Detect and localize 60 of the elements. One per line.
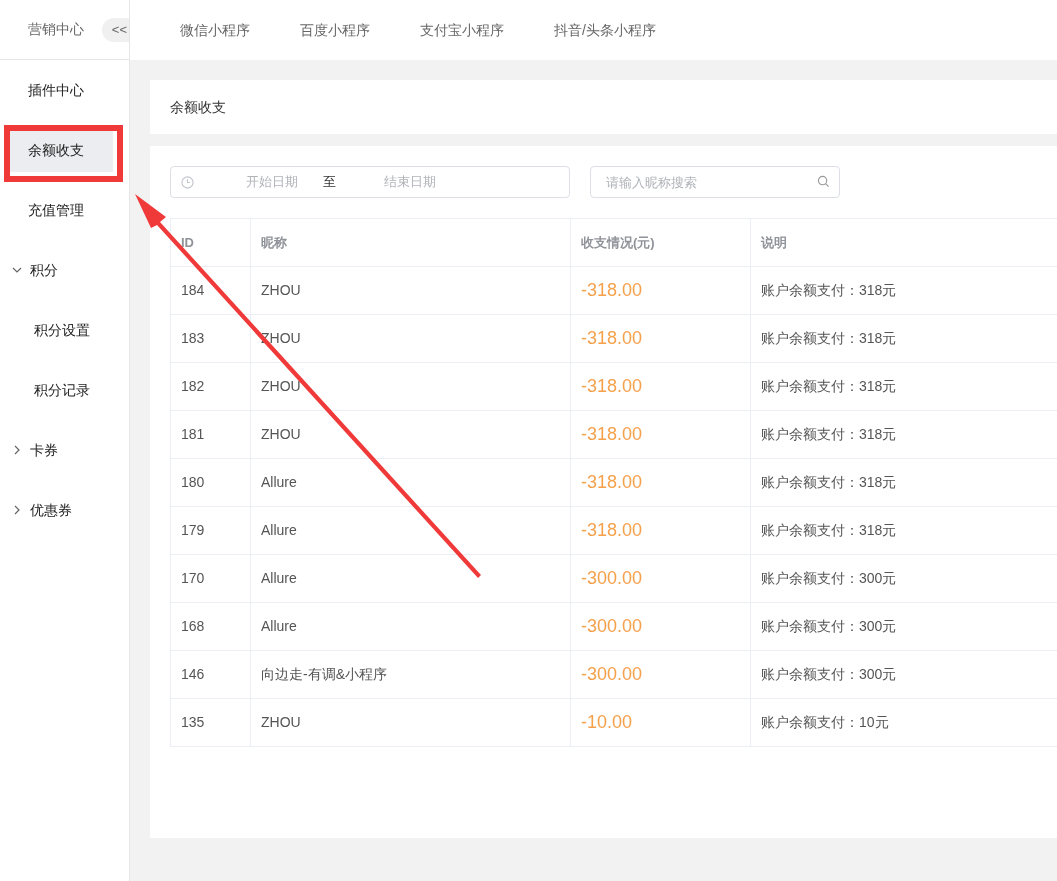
- table-cell: 账户余额支付：318元: [751, 459, 1057, 506]
- top-tab[interactable]: 抖音/头条小程序: [554, 19, 656, 41]
- amount-cell: -318.00: [571, 507, 751, 554]
- page-title: 余额收支: [170, 97, 226, 117]
- collapse-button[interactable]: <<: [101, 17, 129, 42]
- top-tab[interactable]: 支付宝小程序: [420, 19, 504, 41]
- table-cell: 账户余额支付：10元: [751, 699, 1057, 746]
- sidebar-item[interactable]: 积分记录: [0, 368, 90, 412]
- sidebar-item[interactable]: 优惠券: [0, 488, 72, 532]
- table-cell: 170: [171, 555, 251, 602]
- end-date-placeholder: 结束日期: [384, 173, 436, 192]
- amount-cell: -300.00: [571, 603, 751, 650]
- amount-cell: -300.00: [571, 651, 751, 698]
- table-cell: 账户余额支付：318元: [751, 411, 1057, 458]
- sidebar-item[interactable]: 充值管理: [0, 188, 84, 232]
- amount-cell: -318.00: [571, 267, 751, 314]
- table-cell: 账户余额支付：318元: [751, 267, 1057, 314]
- sidebar-item[interactable]: 积分: [0, 248, 58, 292]
- table-cell: 179: [171, 507, 251, 554]
- table-cell: 账户余额支付：318元: [751, 507, 1057, 554]
- sidebar-title: 营销中心: [28, 20, 84, 39]
- table-cell: 146: [171, 651, 251, 698]
- amount-cell: -10.00: [571, 699, 751, 746]
- table-cell: 账户余额支付：318元: [751, 363, 1057, 410]
- chevron-down-icon: [12, 265, 22, 275]
- top-tab[interactable]: 百度小程序: [300, 19, 370, 41]
- clock-icon: [181, 175, 194, 189]
- table-cell: 账户余额支付：300元: [751, 651, 1057, 698]
- table-cell: Allure: [251, 603, 571, 650]
- chevron-right-icon: [12, 505, 22, 515]
- table-cell: 向边走-有调&小程序: [251, 651, 571, 698]
- table-cell: 账户余额支付：300元: [751, 603, 1057, 650]
- table-cell: 182: [171, 363, 251, 410]
- table-cell: 180: [171, 459, 251, 506]
- top-tab[interactable]: 微信小程序: [180, 19, 250, 41]
- search-icon: [817, 175, 830, 188]
- start-date-placeholder: 开始日期: [246, 173, 298, 192]
- search-field[interactable]: 请输入昵称搜索: [590, 166, 840, 198]
- chevron-right-icon: [12, 445, 22, 455]
- sidebar-item[interactable]: 积分设置: [0, 308, 90, 352]
- sidebar-item[interactable]: 插件中心: [0, 68, 84, 112]
- table-cell: ZHOU: [251, 267, 571, 314]
- amount-cell: -318.00: [571, 315, 751, 362]
- column-header: 昵称: [251, 219, 571, 266]
- table-cell: 168: [171, 603, 251, 650]
- sidebar-item[interactable]: 余额收支: [10, 128, 113, 172]
- column-header: 说明: [751, 219, 1057, 266]
- column-header: 收支情况(元): [571, 219, 751, 266]
- table-cell: 账户余额支付：318元: [751, 315, 1057, 362]
- table-cell: ZHOU: [251, 699, 571, 746]
- table-cell: 181: [171, 411, 251, 458]
- sidebar-item[interactable]: 卡券: [0, 428, 58, 472]
- table-cell: 账户余额支付：300元: [751, 555, 1057, 602]
- amount-cell: -318.00: [571, 459, 751, 506]
- amount-cell: -300.00: [571, 555, 751, 602]
- table-cell: 135: [171, 699, 251, 746]
- range-separator: 至: [323, 173, 336, 192]
- amount-cell: -318.00: [571, 411, 751, 458]
- amount-cell: -318.00: [571, 363, 751, 410]
- date-range-field[interactable]: 开始日期 至 结束日期: [170, 166, 570, 198]
